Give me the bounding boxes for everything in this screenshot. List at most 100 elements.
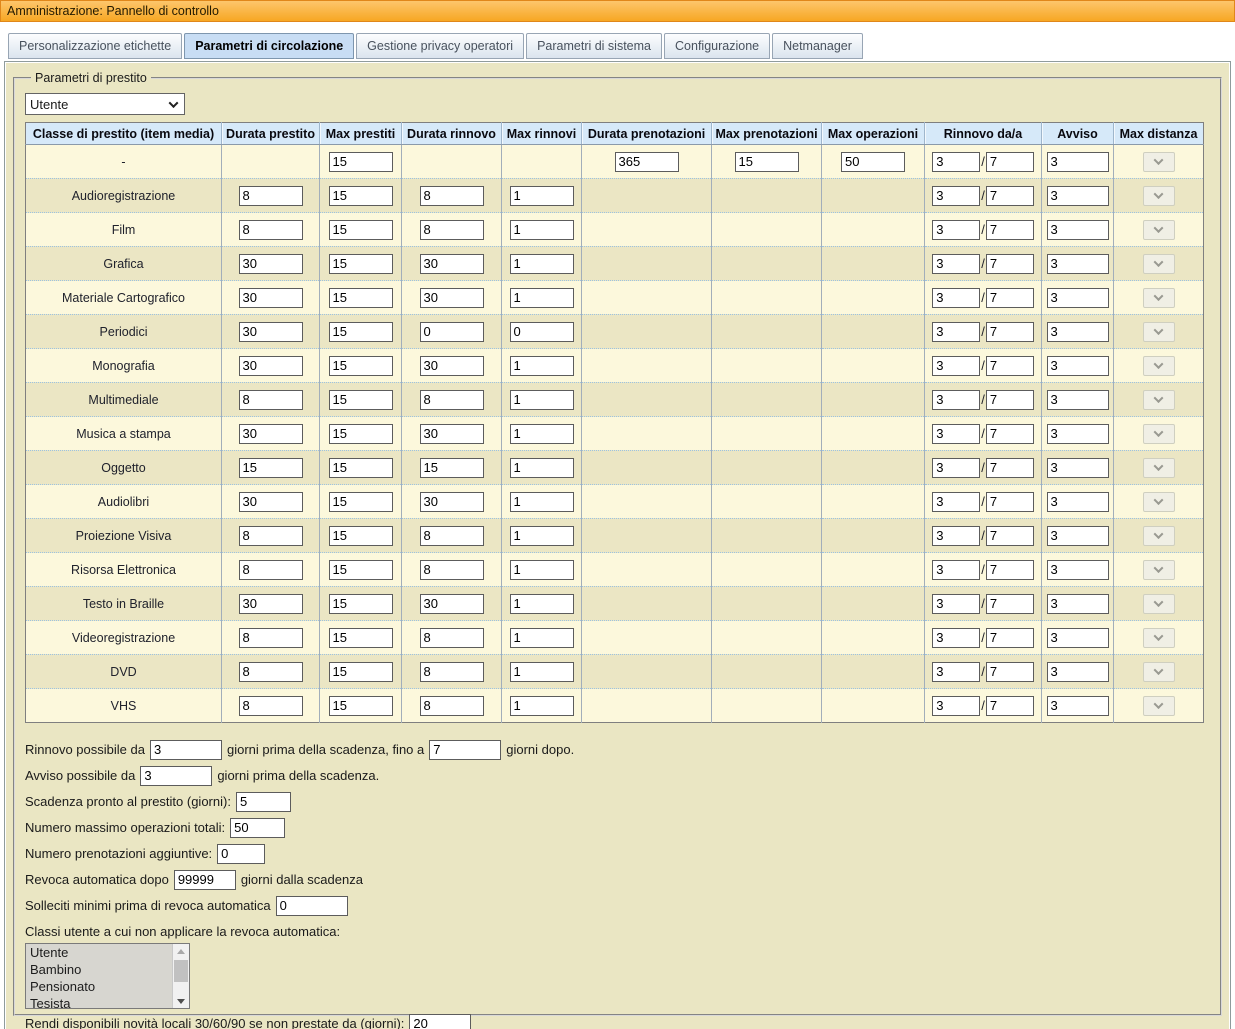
rinnovo-da-input[interactable] [932,458,980,478]
avviso-input[interactable] [1047,424,1109,444]
max-rinnovi-input[interactable] [510,628,574,648]
tab-personalizzazione-etichette[interactable]: Personalizzazione etichette [8,33,182,59]
durata-rinnovo-input[interactable] [420,560,484,580]
max-prestiti-input[interactable] [329,696,393,716]
durata-prestito-input[interactable] [239,356,303,376]
max-prestiti-input[interactable] [329,560,393,580]
rinnovo-a-input[interactable] [986,254,1034,274]
avviso-input[interactable] [1047,492,1109,512]
list-item-utente[interactable]: Utente [26,945,172,962]
max-distanza-select[interactable] [1143,594,1175,614]
max-operazioni-totali-input[interactable] [230,818,285,838]
rinnovo-a-input[interactable] [986,662,1034,682]
scrollbar-thumb[interactable] [174,960,188,982]
tab-gestione-privacy-operatori[interactable]: Gestione privacy operatori [356,33,524,59]
listbox-scrollbar[interactable] [172,944,189,1008]
rinnovo-a-input[interactable] [986,288,1034,308]
avviso-input[interactable] [1047,288,1109,308]
rinnovo-a-input[interactable] [986,390,1034,410]
scrollbar-track[interactable] [173,958,189,994]
max-distanza-select[interactable] [1143,356,1175,376]
list-item-bambino[interactable]: Bambino [26,962,172,979]
max-prestiti-input[interactable] [329,424,393,444]
avviso-input[interactable] [1047,390,1109,410]
max-rinnovi-input[interactable] [510,662,574,682]
max-prestiti-input[interactable] [329,628,393,648]
rinnovo-a-input[interactable] [986,186,1034,206]
durata-prestito-input[interactable] [239,322,303,342]
rinnovo-da-input[interactable] [932,628,980,648]
durata-prestito-input[interactable] [239,288,303,308]
prenotazioni-aggiuntive-input[interactable] [217,844,265,864]
max-rinnovi-input[interactable] [510,526,574,546]
rinnovo-a-input[interactable] [986,628,1034,648]
max-operazioni-input[interactable] [841,152,905,172]
max-rinnovi-input[interactable] [510,220,574,240]
max-prestiti-input[interactable] [329,662,393,682]
avviso-input[interactable] [1047,560,1109,580]
durata-prestito-input[interactable] [239,424,303,444]
user-class-select[interactable]: Utente [25,93,185,115]
max-prestiti-input[interactable] [329,186,393,206]
durata-prestito-input[interactable] [239,594,303,614]
max-distanza-select[interactable] [1143,152,1175,172]
solleciti-minimi-input[interactable] [276,896,348,916]
user-classes-listbox[interactable]: Utente Bambino Pensionato Tesista [25,943,190,1009]
rinnovo-a-input[interactable] [986,152,1034,172]
avviso-input[interactable] [1047,254,1109,274]
scroll-up-arrow-icon[interactable] [173,944,189,958]
rinnovo-da-input[interactable] [932,322,980,342]
rinnovo-a-input[interactable] [986,594,1034,614]
durata-rinnovo-input[interactable] [420,254,484,274]
max-rinnovi-input[interactable] [510,390,574,410]
durata-prestito-input[interactable] [239,662,303,682]
max-rinnovi-input[interactable] [510,322,574,342]
rinnovo-da-input[interactable] [932,560,980,580]
max-distanza-select[interactable] [1143,322,1175,342]
tab-parametri-di-sistema[interactable]: Parametri di sistema [526,33,662,59]
max-distanza-select[interactable] [1143,220,1175,240]
max-rinnovi-input[interactable] [510,356,574,376]
max-prestiti-input[interactable] [329,288,393,308]
rinnovo-a-input[interactable] [986,220,1034,240]
max-distanza-select[interactable] [1143,424,1175,444]
max-prenotazioni-input[interactable] [735,152,799,172]
avviso-input[interactable] [1047,696,1109,716]
rinnovo-da-input[interactable] [932,696,980,716]
rinnovo-a-input[interactable] [986,458,1034,478]
rinnovo-da-input[interactable] [932,356,980,376]
avviso-input[interactable] [1047,628,1109,648]
max-rinnovi-input[interactable] [510,458,574,478]
rinnovo-da-input[interactable] [932,526,980,546]
durata-prestito-input[interactable] [239,390,303,410]
durata-prestito-input[interactable] [239,254,303,274]
tab-parametri-di-circolazione[interactable]: Parametri di circolazione [184,33,354,59]
max-prestiti-input[interactable] [329,492,393,512]
max-rinnovi-input[interactable] [510,560,574,580]
max-rinnovi-input[interactable] [510,424,574,444]
rinnovo-da-input[interactable] [932,492,980,512]
novita-locali-giorni-input[interactable] [409,1014,471,1029]
avviso-input[interactable] [1047,356,1109,376]
avviso-giorni-input[interactable] [140,766,212,786]
rinnovo-da-input[interactable] [932,254,980,274]
max-distanza-select[interactable] [1143,288,1175,308]
durata-rinnovo-input[interactable] [420,356,484,376]
durata-prestito-input[interactable] [239,492,303,512]
max-prestiti-input[interactable] [329,526,393,546]
rinnovo-da-input[interactable] [932,186,980,206]
durata-rinnovo-input[interactable] [420,696,484,716]
rinnovo-da-input[interactable] [932,424,980,444]
durata-rinnovo-input[interactable] [420,492,484,512]
tab-netmanager[interactable]: Netmanager [772,33,863,59]
scadenza-pronto-input[interactable] [236,792,291,812]
max-distanza-select[interactable] [1143,492,1175,512]
rinnovo-a-input[interactable] [986,560,1034,580]
max-rinnovi-input[interactable] [510,696,574,716]
max-distanza-select[interactable] [1143,526,1175,546]
list-item-pensionato[interactable]: Pensionato [26,979,172,996]
durata-rinnovo-input[interactable] [420,288,484,308]
durata-rinnovo-input[interactable] [420,390,484,410]
max-distanza-select[interactable] [1143,390,1175,410]
max-rinnovi-input[interactable] [510,254,574,274]
